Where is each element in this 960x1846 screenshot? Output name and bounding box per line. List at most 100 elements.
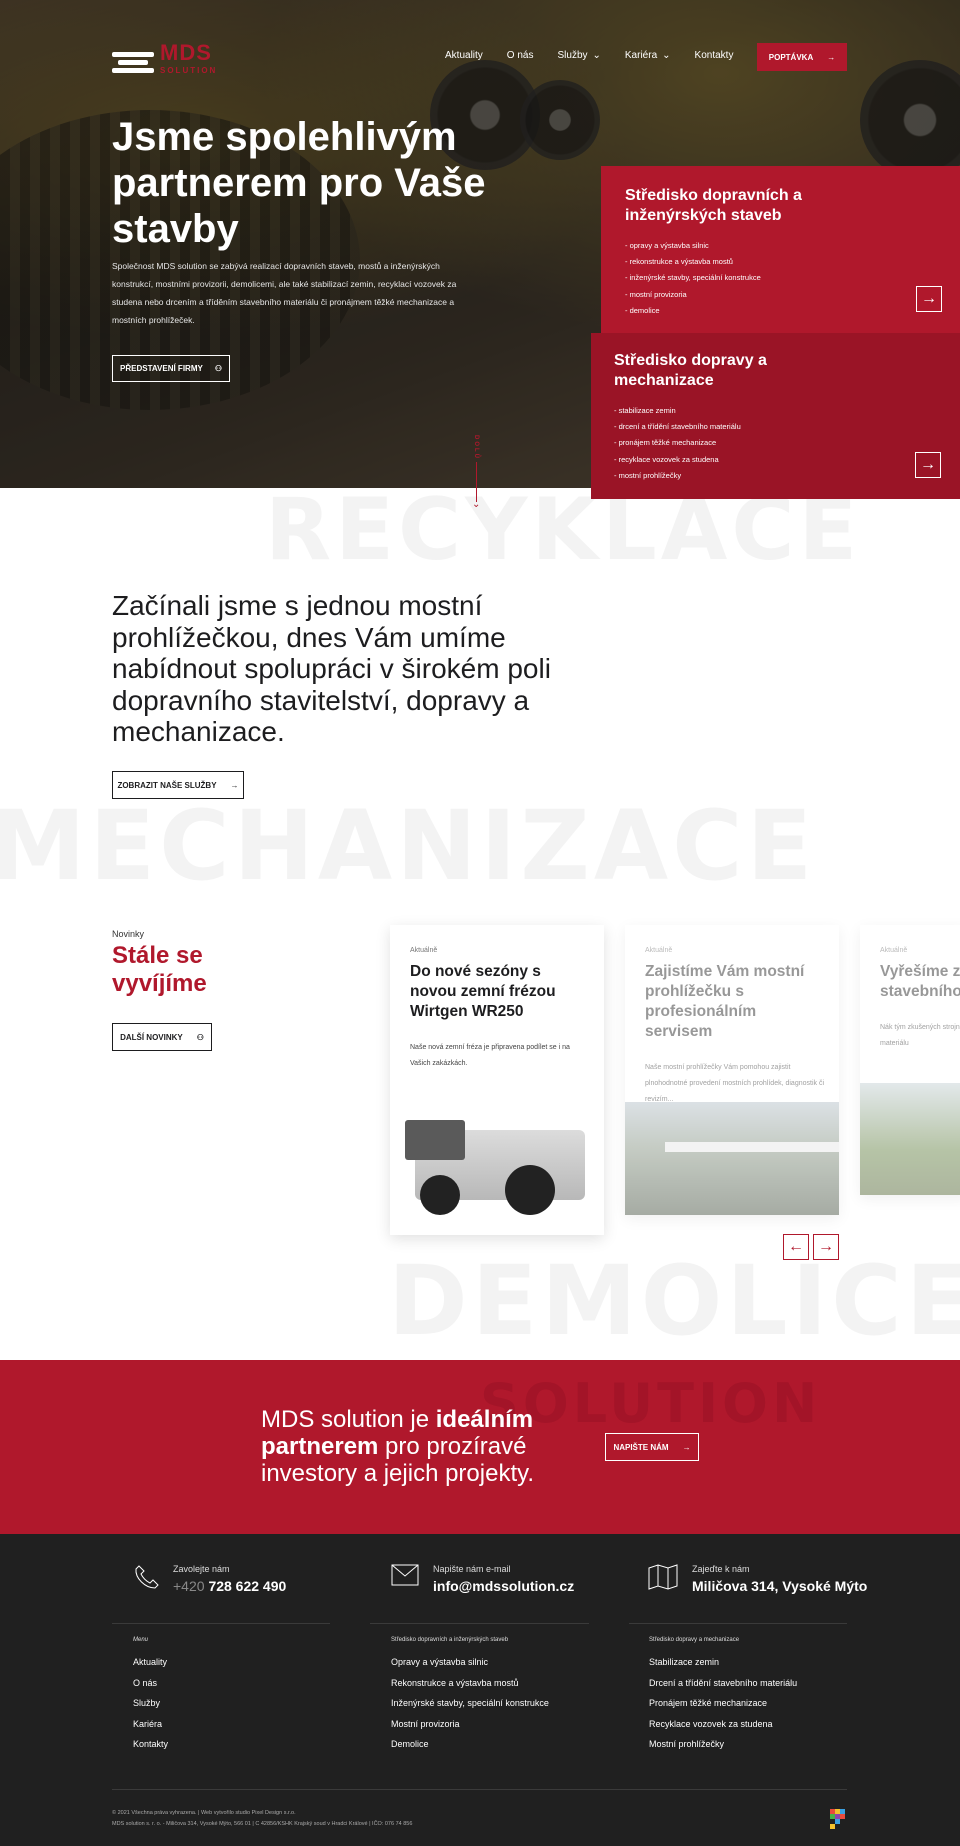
company-intro-button[interactable]: PŘEDSTAVENÍ FIRMY ⚇ xyxy=(112,355,230,382)
users-icon: ⚇ xyxy=(214,364,222,373)
company-info-line: MDS solution s. r. o. - Miličova 314, Vy… xyxy=(112,1821,413,1827)
footer-contact-phone[interactable]: Zavolejte nám +420 728 622 490 xyxy=(133,1564,286,1594)
divider xyxy=(112,1623,330,1624)
list-item: - mostní provizoria xyxy=(625,289,687,299)
news-card[interactable]: Aktuálně Vyřešíme za Vás i stavebního od… xyxy=(860,925,960,1195)
divider xyxy=(112,1789,847,1790)
footer-link[interactable]: Drcení a třídění stavebního materiálu xyxy=(649,1673,797,1694)
logo[interactable]: MDS SOLUTION xyxy=(112,40,218,80)
news-category: Aktuálně xyxy=(645,947,673,954)
scroll-down-indicator[interactable]: DOLŮ ⌄ xyxy=(472,435,481,510)
slider-prev-button[interactable]: ← xyxy=(783,1234,809,1260)
footer-link[interactable]: Služby xyxy=(133,1693,168,1714)
nav-item-o-nas[interactable]: O nás xyxy=(507,50,534,61)
nav-item-sluzby[interactable]: Služby ⌄ xyxy=(557,50,600,61)
phone-icon xyxy=(135,1565,159,1589)
division-title: Středisko dopravy a mechanizace xyxy=(614,352,767,389)
news-card-image xyxy=(395,1120,600,1220)
contact-label: Zajeďte k nám xyxy=(692,1564,750,1574)
page: MDS SOLUTION Aktuality O nás Služby ⌄ Kari… xyxy=(0,0,960,1846)
contact-value: Miličova 314, Vysoké Mýto xyxy=(692,1578,868,1594)
footer-link[interactable]: Opravy a výstavba silnic xyxy=(391,1652,549,1673)
division-arrow-button[interactable]: → xyxy=(915,452,941,478)
footer-menu: Středisko dopravy a mechanizace Stabiliz… xyxy=(649,1637,797,1755)
copyright: © 2021 Všechna práva vyhrazena. | Web vy… xyxy=(112,1808,412,1830)
nav-item-kontakty[interactable]: Kontakty xyxy=(695,50,734,61)
news-card[interactable]: Aktuálně Zajistíme Vám mostní prohlížečk… xyxy=(625,925,839,1215)
arrow-right-icon: → xyxy=(230,780,239,790)
footer-link[interactable]: O nás xyxy=(133,1673,168,1694)
contact-value: +420 728 622 490 xyxy=(173,1578,287,1594)
news-card-text: Naše mostní prohlížečky Vám pomohou zaji… xyxy=(645,1064,825,1103)
hero-image-wheel xyxy=(860,60,960,180)
list-item: - drcení a třídění stavebního materiálu xyxy=(614,422,741,432)
nav-item-aktuality[interactable]: Aktuality xyxy=(445,50,483,61)
footer-menu-title: Menu xyxy=(133,1637,149,1643)
news-card[interactable]: Aktuálně Do nové sezóny s novou zemní fr… xyxy=(390,925,604,1235)
scroll-line xyxy=(475,462,477,502)
list-item: - demolice xyxy=(625,305,660,315)
slider-next-button[interactable]: → xyxy=(813,1234,839,1260)
footer-contact-email[interactable]: Napište nám e-mail info@mdssolution.cz xyxy=(391,1564,574,1594)
footer-link[interactable]: Mostní prohlížečky xyxy=(649,1734,797,1755)
logo-mark-icon xyxy=(112,50,154,74)
about-text: Začínali jsme s jednou mostní prohlížečk… xyxy=(112,590,551,747)
list-item: - recyklace vozovek za studena xyxy=(614,454,719,464)
cta-text: MDS solution je ideálním partnerem pro p… xyxy=(261,1406,534,1487)
main-nav: Aktuality O nás Služby ⌄ Kariéra ⌄ Kontakt… xyxy=(445,50,757,61)
watermark-mechanizace: MECHANIZACE xyxy=(0,790,817,902)
cta-banner: SOLUTION MDS solution je ideálním partne… xyxy=(0,1360,960,1534)
arrow-right-icon: → xyxy=(827,52,836,62)
hero-image-wheel xyxy=(520,80,600,160)
hero-title: Jsme spolehlivým partnerem pro Vaše stav… xyxy=(112,115,486,251)
copyright-line: © 2021 Všechna práva vyhrazena. | Web vy… xyxy=(112,1810,296,1816)
news-card-image xyxy=(860,1083,960,1195)
footer-link[interactable]: Demolice xyxy=(391,1734,549,1755)
footer-link[interactable]: Stabilizace zemin xyxy=(649,1652,797,1673)
show-services-button[interactable]: ZOBRAZIT NAŠE SLUŽBY → xyxy=(112,771,244,799)
chevron-down-icon: ⌄ xyxy=(662,50,671,61)
logo-text: MDS SOLUTION xyxy=(160,40,218,76)
contact-label: Zavolejte nám xyxy=(173,1564,230,1574)
list-item: - opravy a výstavba silnic xyxy=(625,241,709,250)
footer-link[interactable]: Rekonstrukce a výstavba mostů xyxy=(391,1673,549,1694)
nav-item-kariera[interactable]: Kariéra ⌄ xyxy=(625,50,671,61)
footer: Zavolejte nám +420 728 622 490 Napište ná… xyxy=(0,1534,960,1846)
divider xyxy=(370,1623,589,1624)
division-arrow-button[interactable]: → xyxy=(916,286,942,312)
footer-menu-title: Středisko dopravních a inženýrských stav… xyxy=(391,1637,509,1643)
news-card-title: Do nové sezóny s novou zemní frézou Wirt… xyxy=(410,963,556,1020)
pixel-design-logo-icon[interactable] xyxy=(830,1809,846,1829)
news-category: Aktuálně xyxy=(880,947,908,954)
arrow-down-icon: ⌄ xyxy=(472,499,481,510)
arrow-left-icon: ← xyxy=(788,1238,804,1255)
footer-link[interactable]: Kariéra xyxy=(133,1714,168,1735)
footer-link[interactable]: Kontakty xyxy=(133,1734,168,1755)
divider xyxy=(629,1623,847,1624)
news-card-text: Nák tým zkušených strojníků... roztříděn… xyxy=(880,1024,960,1047)
hero-text: Společnost MDS solution se zabývá realiz… xyxy=(112,261,457,325)
news-card-title: Vyřešíme za Vás i stavebního odpadu xyxy=(880,963,960,1000)
mail-icon xyxy=(391,1564,419,1586)
footer-menu-title: Středisko dopravy a mechanizace xyxy=(649,1637,740,1643)
division-title: Středisko dopravních a inženýrských stav… xyxy=(625,187,802,224)
contact-label: Napište nám e-mail xyxy=(433,1564,511,1574)
footer-menu: Menu Aktuality O nás Služby Kariéra Kont… xyxy=(133,1637,168,1755)
write-us-button[interactable]: NAPIŠTE NÁM → xyxy=(605,1433,699,1461)
footer-link[interactable]: Recyklace vozovek za studena xyxy=(649,1714,797,1735)
news-card-title: Zajistíme Vám mostní prohlížečku s profe… xyxy=(645,963,805,1040)
footer-link[interactable]: Aktuality xyxy=(133,1652,168,1673)
division-list: - stabilizace zemin - drcení a třídění s… xyxy=(614,403,937,484)
news-card-image xyxy=(625,1102,839,1215)
more-news-button[interactable]: DALŠÍ NOVINKY ⚇ xyxy=(112,1023,212,1051)
list-item: - mostní prohlížečky xyxy=(614,470,682,480)
footer-link[interactable]: Inženýrské stavby, speciální konstrukce xyxy=(391,1693,549,1714)
footer-contact-address[interactable]: Zajeďte k nám Miličova 314, Vysoké Mýto xyxy=(648,1564,867,1594)
division-card-mechanization[interactable]: Středisko dopravy a mechanizace - stabil… xyxy=(591,333,960,499)
footer-link[interactable]: Mostní provizoria xyxy=(391,1714,549,1735)
footer-link[interactable]: Pronájem těžké mechanizace xyxy=(649,1693,797,1714)
inquiry-button[interactable]: POPTÁVKA → xyxy=(757,43,847,71)
arrow-right-icon: → xyxy=(921,290,937,307)
list-item: - inženýrské stavby, speciální konstrukc… xyxy=(625,273,761,283)
division-card-construction[interactable]: Středisko dopravních a inženýrských stav… xyxy=(601,166,960,333)
